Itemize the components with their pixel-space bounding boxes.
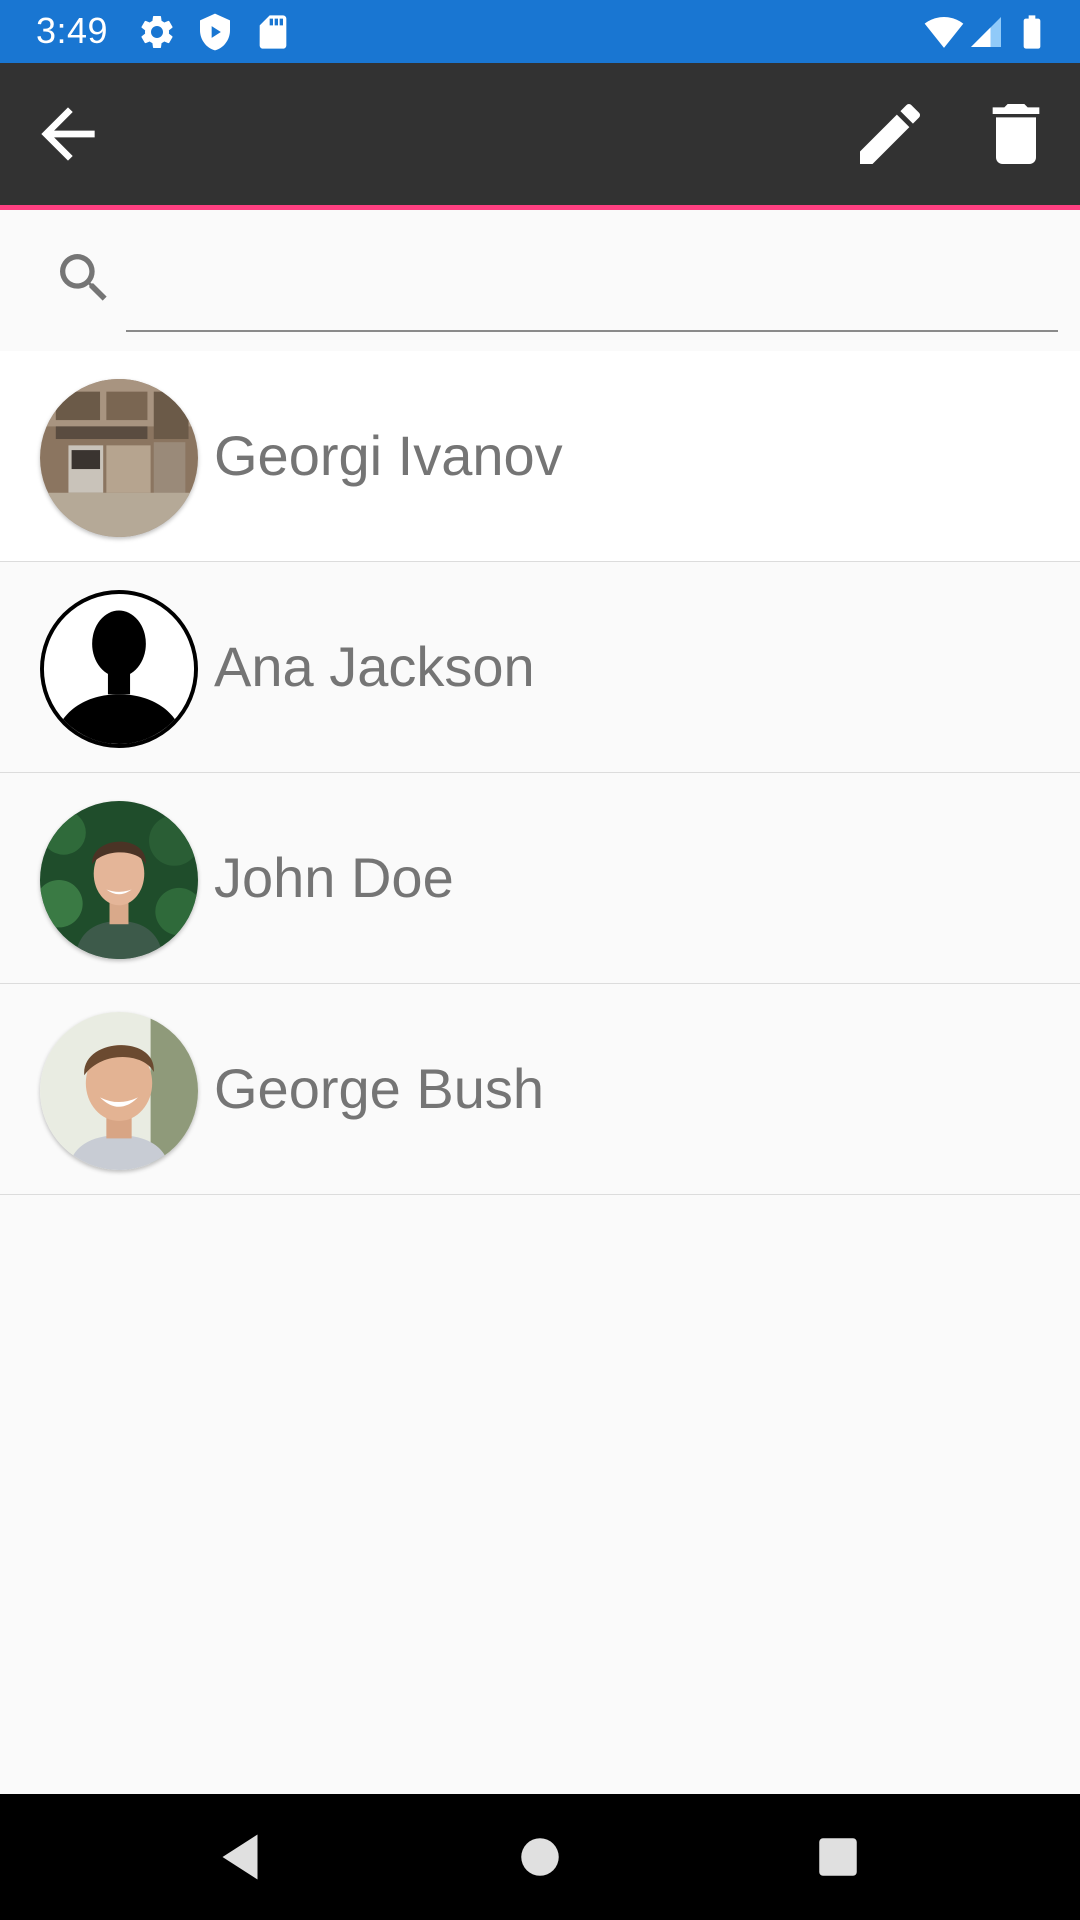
status-time: 3:49: [36, 10, 109, 51]
status-bar: 3:49: [0, 0, 1080, 63]
nav-recents-button[interactable]: [808, 1827, 868, 1887]
contact-name: George Bush: [214, 1057, 544, 1120]
man-leaves-photo-avatar: [40, 801, 198, 959]
smiling-man-photo-avatar: [40, 1012, 198, 1170]
nav-back-button[interactable]: [210, 1827, 270, 1887]
wifi-icon: [922, 12, 966, 52]
toolbar: [0, 63, 1080, 205]
settings-icon: [137, 12, 177, 52]
nav-back-icon: [222, 1834, 258, 1880]
back-button[interactable]: [28, 94, 108, 174]
contact-name: Ana Jackson: [214, 635, 535, 698]
pencil-icon: [860, 103, 921, 164]
sd-card-icon: [253, 12, 293, 52]
contact-name: Georgi Ivanov: [214, 424, 563, 487]
contact-row[interactable]: Ana Jackson: [0, 562, 1080, 773]
nav-home-button[interactable]: [510, 1827, 570, 1887]
contact-row[interactable]: John Doe: [0, 773, 1080, 984]
search-bar: [0, 210, 1080, 351]
search-icon: [52, 246, 116, 310]
contact-row[interactable]: George Bush: [0, 984, 1080, 1195]
shield-icon: [195, 12, 235, 52]
delete-button[interactable]: [976, 94, 1056, 174]
silhouette-avatar: [40, 590, 198, 748]
search-input[interactable]: [126, 246, 1058, 332]
nav-recents-icon: [819, 1838, 857, 1876]
edit-button[interactable]: [850, 94, 930, 174]
nav-home-icon: [521, 1838, 559, 1876]
contact-name: John Doe: [214, 846, 454, 909]
battery-icon: [1012, 12, 1052, 52]
kitchen-photo-avatar: [40, 379, 198, 537]
cell-signal-icon: [968, 12, 1004, 52]
contact-row[interactable]: Georgi Ivanov: [0, 351, 1080, 562]
trash-icon: [992, 104, 1040, 164]
contact-list: Georgi Ivanov Ana Jackson John Doe Georg…: [0, 351, 1080, 1195]
arrow-back-icon: [41, 107, 95, 161]
navigation-bar: [0, 1794, 1080, 1920]
